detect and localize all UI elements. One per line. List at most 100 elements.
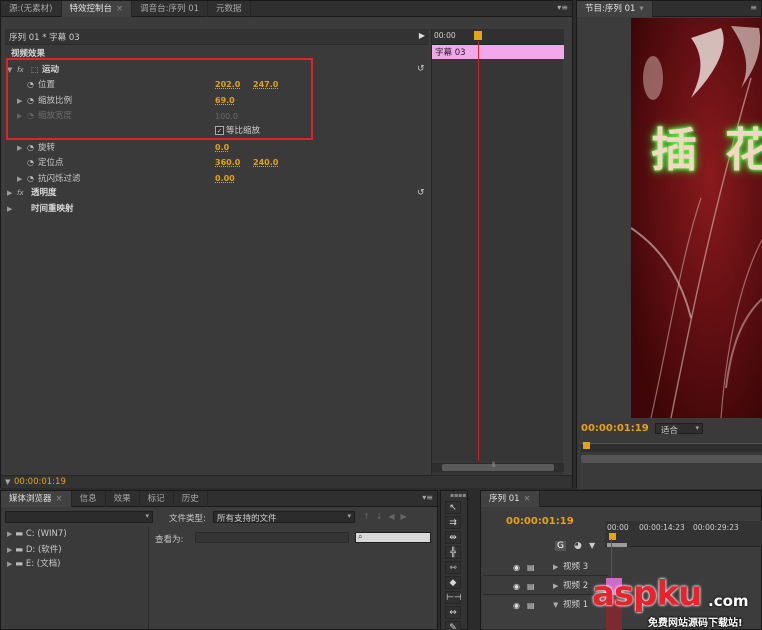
file-type-value: 所有支持的文件 (217, 514, 277, 524)
tab-history[interactable]: 历史 (174, 490, 208, 507)
track-select-tool-icon[interactable]: ⇉ (445, 516, 461, 529)
panel-menu-icon[interactable]: ≡ (750, 3, 757, 12)
file-type-dropdown[interactable]: 所有支持的文件 ▾ (213, 511, 355, 524)
timeline-ruler[interactable]: 00:00 00:00:14:23 00:00:29:23 (605, 521, 762, 547)
effect-timeline-scrollbar[interactable]: ⦀ (432, 461, 564, 472)
expand-triangle-icon[interactable]: ▶ (7, 560, 12, 568)
eye-icon[interactable]: ◉ (513, 597, 520, 614)
tab-audio-mixer[interactable]: 调音台:序列 01 (132, 0, 209, 17)
opacity-row[interactable]: ▶ fx 透明度 ↺ (7, 186, 431, 201)
expand-triangle-icon[interactable]: ▼ (553, 597, 558, 614)
tab-info[interactable]: 信息 (72, 490, 106, 507)
expand-triangle-icon[interactable]: ▶ (7, 202, 17, 217)
drive-item[interactable]: ▶ ▬ D: (软件) (7, 543, 62, 555)
anchor-x-value[interactable]: 360.0 (215, 158, 240, 167)
program-tabbar: 节目:序列 01 ▾ ≡ (577, 0, 761, 17)
drive-item[interactable]: ▶ ▬ E: (文档) (7, 557, 60, 569)
rotation-value[interactable]: 0.0 (215, 143, 229, 152)
program-monitor: 节目:序列 01 ▾ ≡ 插 花 00:00:01:19 适合 ▾ (576, 0, 762, 489)
chevron-down-icon: ▾ (145, 512, 149, 520)
program-artwork (631, 18, 762, 418)
stopwatch-icon[interactable]: ◔ (27, 155, 38, 170)
program-scrollbar[interactable] (581, 455, 762, 463)
panel-menu-icon[interactable]: ▾≡ (557, 3, 568, 12)
eye-icon[interactable]: ◉ (513, 559, 520, 576)
dropdown-arrow-icon[interactable]: ▾ (639, 4, 643, 14)
tab-media-browser[interactable]: 媒体浏览器 × (1, 490, 72, 507)
snap-icon[interactable]: G (555, 541, 566, 551)
highlight-box (6, 58, 313, 140)
effect-footer: ▼ 00:00:01:19 (1, 475, 572, 488)
watermark: aspku .com 免费网站源码下载站! (590, 574, 760, 629)
tab-source[interactable]: 源:(无素材) (1, 0, 62, 17)
time-remap-row[interactable]: ▶ 时间重映射 (7, 202, 431, 217)
fx-icon: fx (17, 189, 24, 197)
timeline-tabbar: 序列 01 × (481, 490, 761, 507)
razor-tool-icon[interactable]: ◆ (445, 576, 461, 589)
path-dropdown[interactable]: ▾ (5, 511, 153, 523)
antiflicker-value[interactable]: 0.00 (215, 174, 235, 183)
add-marker-icon[interactable]: ▼ (589, 541, 595, 550)
drive-icon: ▬ (15, 529, 24, 539)
tab-markers[interactable]: 标记 (140, 490, 174, 507)
tab-metadata[interactable]: 元数据 (208, 0, 251, 17)
selection-tool-icon[interactable]: ↖ (445, 501, 461, 514)
eye-icon[interactable]: ◉ (513, 578, 520, 595)
effect-playhead-line (478, 41, 479, 461)
chevron-down-icon: ▾ (347, 512, 351, 520)
scroll-thumb[interactable]: ⦀ (442, 461, 554, 471)
view-as-dropdown[interactable] (195, 532, 349, 543)
rate-stretch-tool-icon[interactable]: ⇿ (445, 561, 461, 574)
tab-effect-controls[interactable]: 特效控制台 × (61, 0, 133, 17)
expand-triangle-icon[interactable]: ▶ (7, 186, 17, 201)
tab-effects[interactable]: 效果 (106, 490, 140, 507)
rolling-edit-tool-icon[interactable]: ╬ (445, 546, 461, 559)
stopwatch-icon[interactable]: ◔ (27, 171, 38, 186)
opacity-label: 透明度 (31, 188, 57, 198)
program-ruler[interactable] (581, 442, 762, 452)
search-input[interactable]: ⌕ (355, 532, 431, 543)
pen-tool-icon[interactable]: ✎ (445, 621, 461, 630)
slip-tool-icon[interactable]: ⊢⊣ (445, 591, 462, 604)
ripple-edit-tool-icon[interactable]: ⇹ (445, 531, 461, 544)
ruler-label: 00:00:14:23 (639, 523, 685, 532)
close-icon[interactable]: × (524, 494, 531, 504)
tab-program[interactable]: 节目:序列 01 ▾ (577, 0, 653, 17)
film-icon[interactable]: ▤ (527, 597, 535, 614)
program-timecode[interactable]: 00:00:01:19 (581, 423, 649, 434)
antiflicker-label: 抗闪烁过滤 (38, 174, 81, 184)
slide-tool-icon[interactable]: ⇔ (445, 606, 461, 619)
rotation-label: 旋转 (38, 143, 56, 153)
close-icon[interactable]: × (116, 4, 123, 14)
program-playhead-icon[interactable] (583, 442, 590, 449)
close-icon[interactable]: × (56, 494, 63, 504)
track-label: 视频 2 (563, 581, 589, 591)
reset-icon[interactable]: ↺ (417, 186, 425, 201)
expand-triangle-icon[interactable]: ▶ (553, 578, 558, 595)
expand-triangle-icon[interactable]: ▶ (7, 546, 12, 554)
marker-icon[interactable]: ◕ (574, 541, 582, 551)
anchor-y-value[interactable]: 240.0 (253, 158, 278, 167)
drive-item[interactable]: ▶ ▬ C: (WIN7) (7, 529, 67, 539)
expand-triangle-icon[interactable]: ▶ (553, 559, 558, 576)
drive-icon: ▬ (15, 545, 24, 555)
watermark-sub: 免费网站源码下载站! (648, 618, 743, 629)
expand-triangle-icon[interactable]: ▶ (17, 172, 27, 187)
fit-dropdown[interactable]: 适合 ▾ (655, 423, 703, 436)
playhead-marker-icon[interactable] (474, 31, 482, 40)
nav-arrow-icons[interactable]: ↑↓◀▶ (363, 512, 413, 521)
effect-timecode[interactable]: 00:00:01:19 (14, 477, 66, 487)
expand-triangle-icon[interactable]: ▶ (7, 530, 12, 538)
timeline-timecode[interactable]: 00:00:01:19 (506, 516, 574, 527)
media-browser-tabbar: 媒体浏览器 × 信息 效果 标记 历史 ▾≡ (1, 490, 437, 507)
clip-bar[interactable]: 字幕 03 (432, 45, 564, 59)
stopwatch-icon[interactable]: ◔ (27, 140, 38, 155)
film-icon[interactable]: ▤ (527, 559, 535, 576)
film-icon[interactable]: ▤ (527, 578, 535, 595)
work-area-bar[interactable] (607, 543, 627, 547)
panel-menu-icon[interactable]: ▾≡ (422, 493, 433, 502)
play-icon[interactable]: ▶ (419, 31, 425, 40)
expand-triangle-icon[interactable]: ▶ (17, 141, 27, 156)
reset-icon[interactable]: ↺ (417, 62, 425, 77)
tab-sequence[interactable]: 序列 01 × (481, 490, 540, 507)
